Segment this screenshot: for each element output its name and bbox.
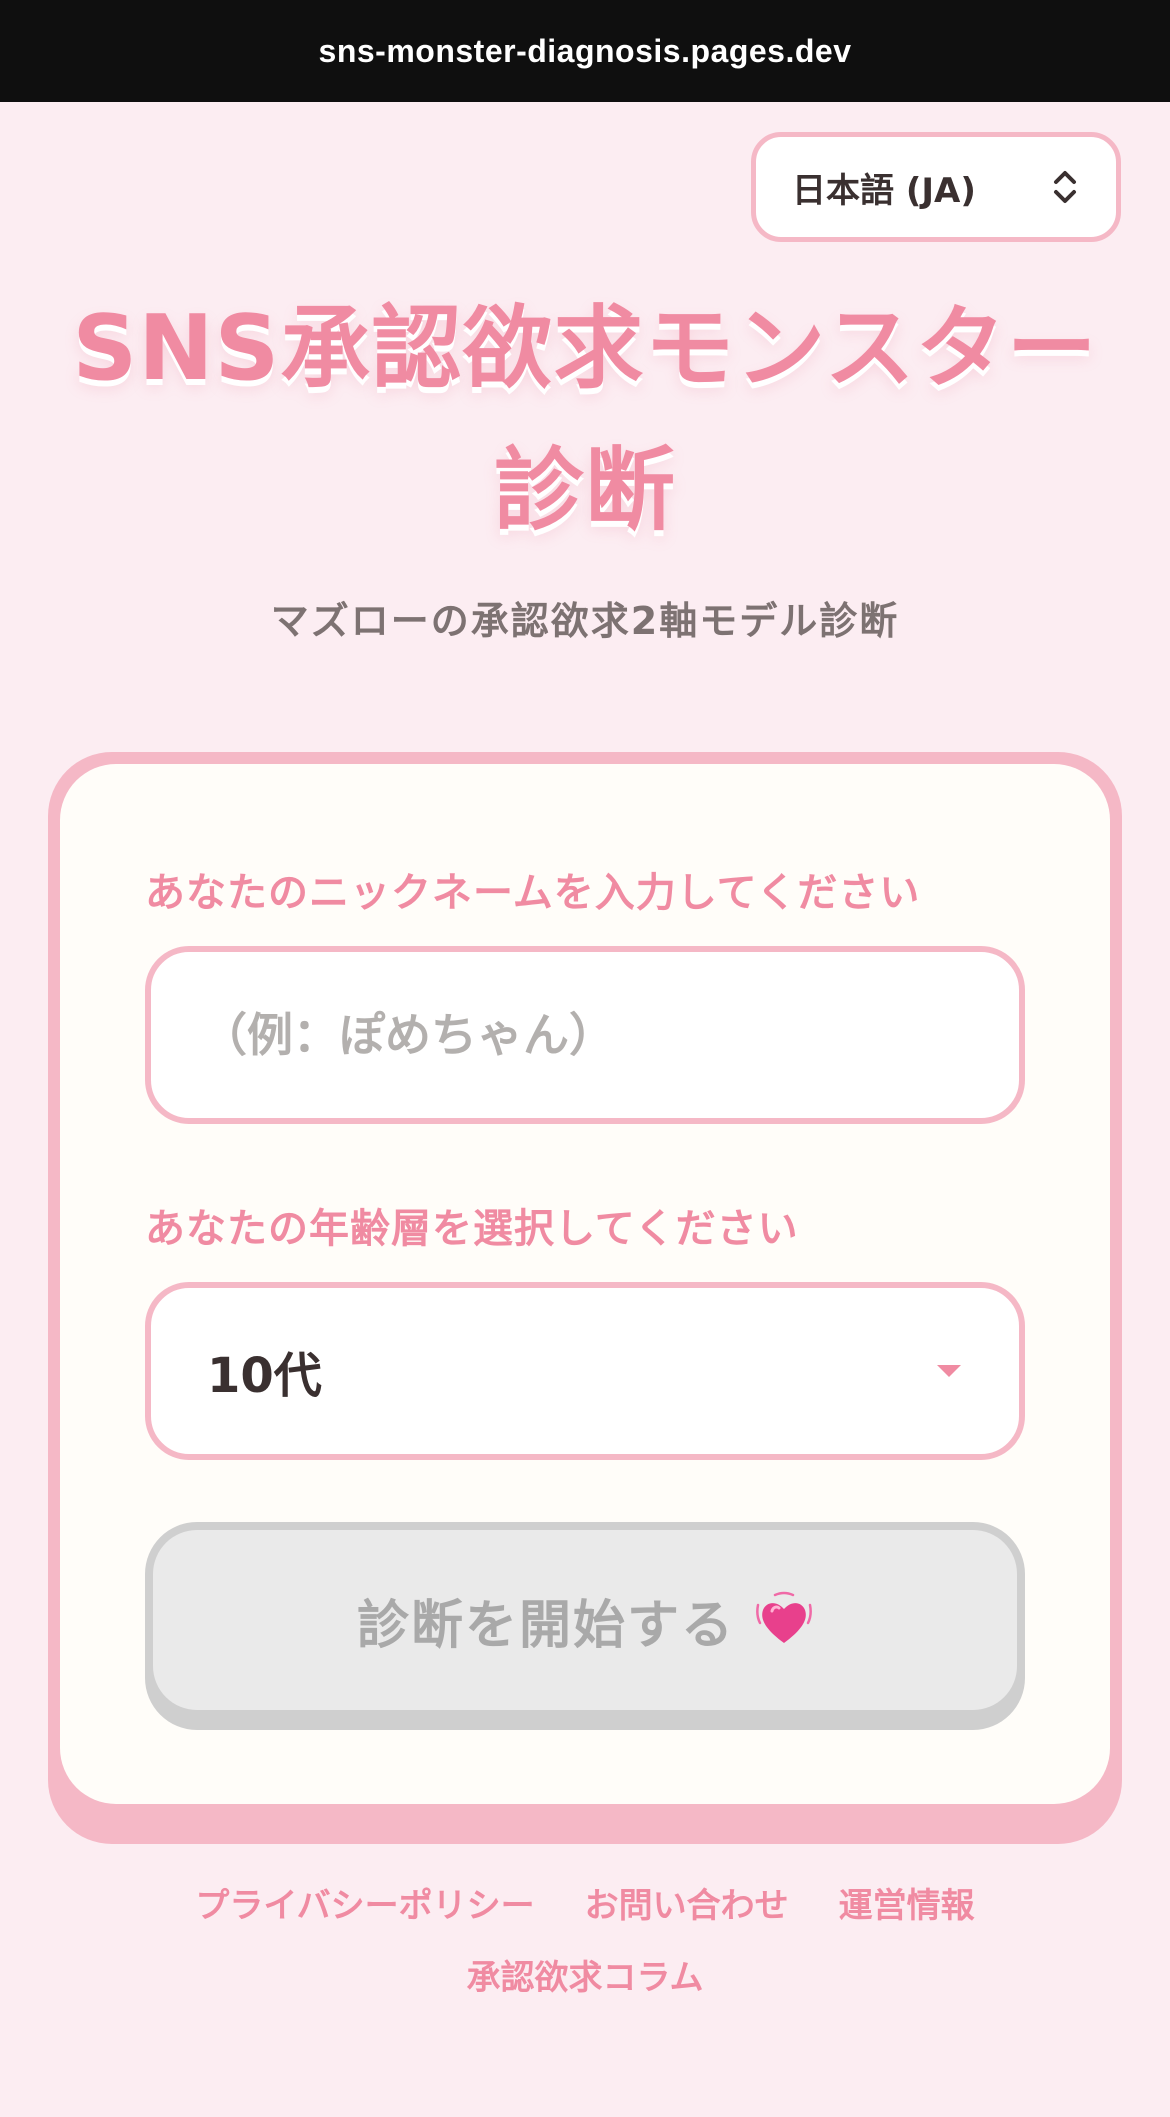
age-label: あなたの年齢層を選択してください [145, 1206, 799, 1252]
growing-heart-icon [756, 1591, 812, 1643]
age-select[interactable]: 10代 [145, 1282, 1025, 1460]
footer-link-privacy[interactable]: プライバシーポリシー [195, 1878, 534, 1927]
caret-down-icon [937, 1365, 961, 1377]
nickname-label: あなたのニックネームを入力してください [145, 870, 921, 916]
start-button-label: 診断を開始する [356, 1595, 735, 1656]
footer-link-column[interactable]: 承認欲求コラム [467, 1950, 704, 1999]
nickname-input[interactable] [145, 946, 1025, 1124]
footer-links-row-2: 承認欲求コラム [0, 1950, 1170, 1999]
footer-link-contact[interactable]: お問い合わせ [585, 1878, 789, 1927]
language-select-value: 日本語 (JA) [792, 170, 976, 211]
updown-chevron-icon [1054, 171, 1076, 203]
browser-url-bar[interactable]: sns-monster-diagnosis.pages.dev [0, 0, 1170, 102]
page-subtitle: マズローの承認欲求2軸モデル診断 [270, 599, 900, 643]
url-text: sns-monster-diagnosis.pages.dev [318, 32, 852, 69]
page-title-line-1: SNS承認欲求モンスター [72, 296, 1098, 401]
page-title-line-2: 診断 [494, 438, 676, 543]
footer-link-operator[interactable]: 運営情報 [839, 1878, 975, 1927]
language-select[interactable]: 日本語 (JA) [751, 132, 1121, 242]
age-select-value: 10代 [207, 1348, 322, 1404]
footer-links: プライバシーポリシー お問い合わせ 運営情報 [0, 1878, 1170, 1927]
page-title: SNS承認欲求モンスター 診断 [40, 278, 1130, 562]
start-diagnosis-button[interactable]: 診断を開始する [153, 1530, 1017, 1710]
